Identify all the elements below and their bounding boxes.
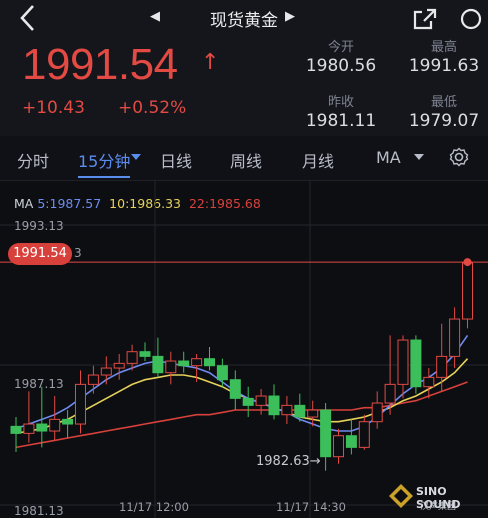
candle-body-25: [333, 435, 344, 458]
candle-body-34: [449, 318, 461, 357]
candle-body-14: [191, 358, 203, 367]
candle-body-9: [126, 351, 138, 364]
candle-body-6: [87, 374, 99, 385]
tab-15min-dropdown-icon[interactable]: [131, 154, 141, 161]
low-value: 1979.07: [408, 111, 480, 131]
time-label-1200: 11/17 12:00: [119, 500, 189, 514]
candle-body-18: [242, 397, 254, 406]
tab-weekly[interactable]: 周线: [230, 148, 262, 172]
ma-dropdown-icon[interactable]: [414, 154, 424, 161]
period-tabs: 分时 15分钟 日线 周线 月线 MA: [0, 136, 488, 181]
candle-body-1: [23, 423, 35, 434]
current-price: 1991.54: [22, 40, 178, 89]
candle-body-8: [113, 362, 125, 369]
candle-body-17: [229, 379, 241, 399]
candle-body-21: [281, 404, 293, 416]
tab-ma[interactable]: MA: [376, 148, 401, 167]
tab-daily[interactable]: 日线: [160, 148, 192, 172]
low-price-marker: 1982.63→: [256, 454, 321, 469]
top-bar: ◀ 现货黄金 ▶: [0, 0, 488, 36]
candlestick-chart[interactable]: [0, 180, 488, 518]
high-value: 1991.63: [408, 56, 480, 76]
prev-close-label: 昨收: [327, 95, 354, 110]
candle-body-0: [10, 425, 22, 434]
candle-body-20: [268, 395, 280, 416]
candle-body-29: [384, 383, 396, 404]
candle-body-26: [345, 435, 357, 448]
y-axis-top-label: 1993.13: [14, 219, 64, 233]
candle-body-10: [139, 351, 151, 357]
candle-body-11: [152, 355, 164, 374]
candle-body-31: [410, 339, 422, 388]
candle-body-27: [358, 421, 370, 448]
high-label: 最高: [430, 40, 457, 55]
candle-body-33: [436, 355, 448, 378]
current-price-tag-suffix: 3: [74, 246, 82, 260]
candle-body-5: [75, 383, 86, 425]
candle-body-22: [294, 404, 306, 418]
candle-body-13: [178, 360, 190, 367]
low-label: 最低: [430, 95, 457, 110]
candle-body-35: [462, 262, 473, 320]
time-label-1430: 11/17 14:30: [276, 500, 346, 514]
tab-timeshare[interactable]: 分时: [17, 148, 49, 172]
active-tab-indicator: [78, 176, 130, 178]
price-change: +10.43: [22, 98, 85, 118]
open-value: 1980.56: [305, 56, 377, 76]
logo-text-cn: 汉声集团: [420, 502, 457, 512]
candle-body-24: [320, 409, 332, 458]
gear-icon[interactable]: [449, 147, 469, 167]
tab-monthly[interactable]: 月线: [302, 148, 334, 172]
y-axis-bottom-label: 1981.13: [14, 504, 64, 518]
open-label: 今开: [327, 40, 354, 55]
candle-body-4: [62, 418, 74, 425]
prev-close-value: 1981.11: [305, 111, 377, 131]
candle-body-3: [49, 418, 61, 432]
candle-body-23: [307, 409, 319, 418]
sino-sound-logo: [389, 484, 413, 508]
candle-body-19: [255, 395, 267, 406]
candle-body-28: [371, 402, 383, 423]
current-price-dot: [463, 258, 472, 267]
candle-body-12: [165, 360, 177, 374]
candle-body-30: [397, 339, 409, 385]
candle-body-16: [216, 365, 228, 381]
price-up-icon: ↑: [201, 50, 220, 75]
price-change-percent: +0.52%: [118, 98, 187, 118]
quote-panel: 1991.54 ↑ +10.43 +0.52% 今开 1980.56 最高 19…: [0, 36, 488, 136]
candle-body-2: [36, 423, 48, 432]
y-axis-mid-label: 1987.13: [14, 377, 64, 391]
next-instrument-arrow[interactable]: ▶: [285, 9, 295, 24]
tab-15min[interactable]: 15分钟: [78, 148, 130, 172]
current-price-tag: 1991.54: [8, 243, 72, 265]
search-icon[interactable]: [459, 8, 488, 30]
candle-body-7: [100, 367, 112, 376]
share-icon[interactable]: [413, 8, 437, 30]
candle-body-15: [204, 358, 215, 367]
candle-body-32: [423, 376, 435, 388]
